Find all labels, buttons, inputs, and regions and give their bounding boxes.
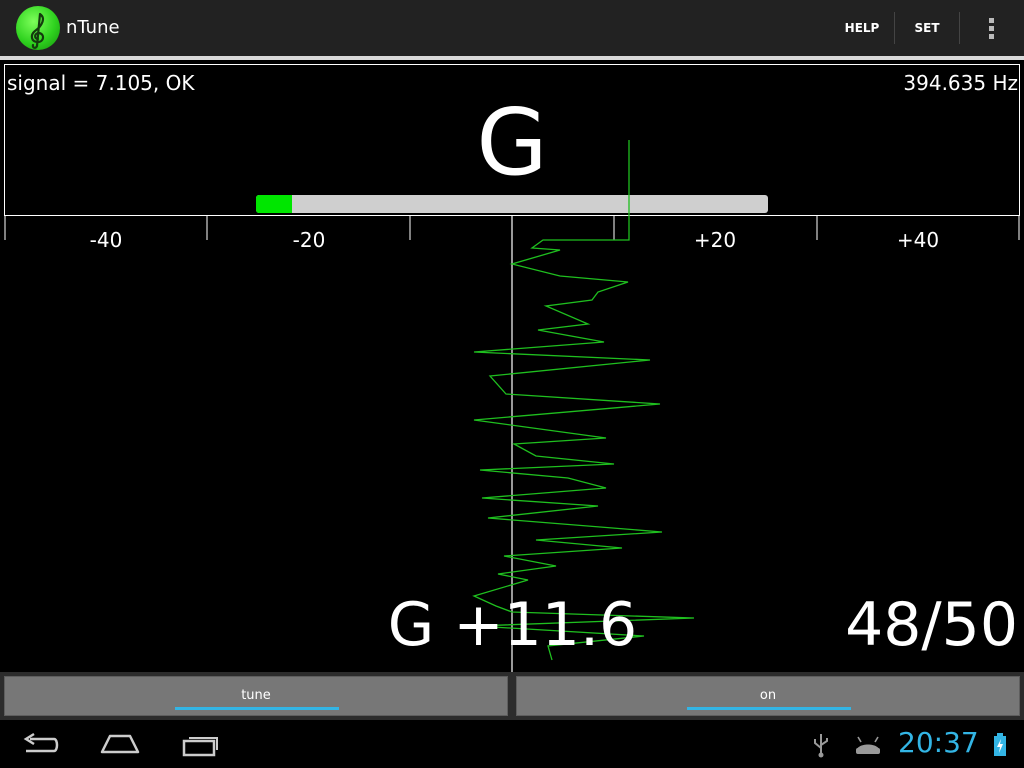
signal-level-fill [256,195,292,213]
android-debug-icon [856,736,880,754]
status-clock: 20:37 [898,726,979,759]
tuning-result: G +11.6 [387,590,638,660]
on-button[interactable]: on [516,676,1020,716]
action-bar-divider [0,56,1024,60]
action-separator [959,12,960,44]
overflow-menu-icon[interactable] [982,16,1002,40]
signal-level-bar [256,195,768,213]
action-separator [894,12,895,44]
scale-label: +20 [693,228,737,252]
pitch-trace [472,140,695,661]
scale-label: -20 [292,228,326,252]
scale-ticks [4,216,1020,240]
on-button-indicator [687,707,851,710]
tune-button-indicator [175,707,339,710]
tune-button-label: tune [241,688,271,703]
sample-count: 48/50 [845,590,1018,660]
signal-readout: signal = 7.105, OK [7,71,195,95]
recent-apps-icon[interactable] [182,732,220,758]
usb-icon [814,734,828,758]
help-button[interactable]: HELP [836,0,888,56]
set-button[interactable]: SET [900,0,954,56]
scale-label: +40 [896,228,940,252]
scale-label: -40 [89,228,123,252]
detected-note: G [476,89,548,196]
treble-clef-icon [30,12,45,49]
back-icon[interactable] [20,730,60,760]
tune-button[interactable]: tune [4,676,508,716]
home-icon[interactable] [100,732,140,758]
app-icon-treble-clef[interactable] [16,6,60,50]
frequency-readout: 394.635 Hz [903,71,1018,95]
battery-charging-icon [994,733,1006,756]
app-title: nTune [66,17,120,38]
on-button-label: on [759,688,777,703]
